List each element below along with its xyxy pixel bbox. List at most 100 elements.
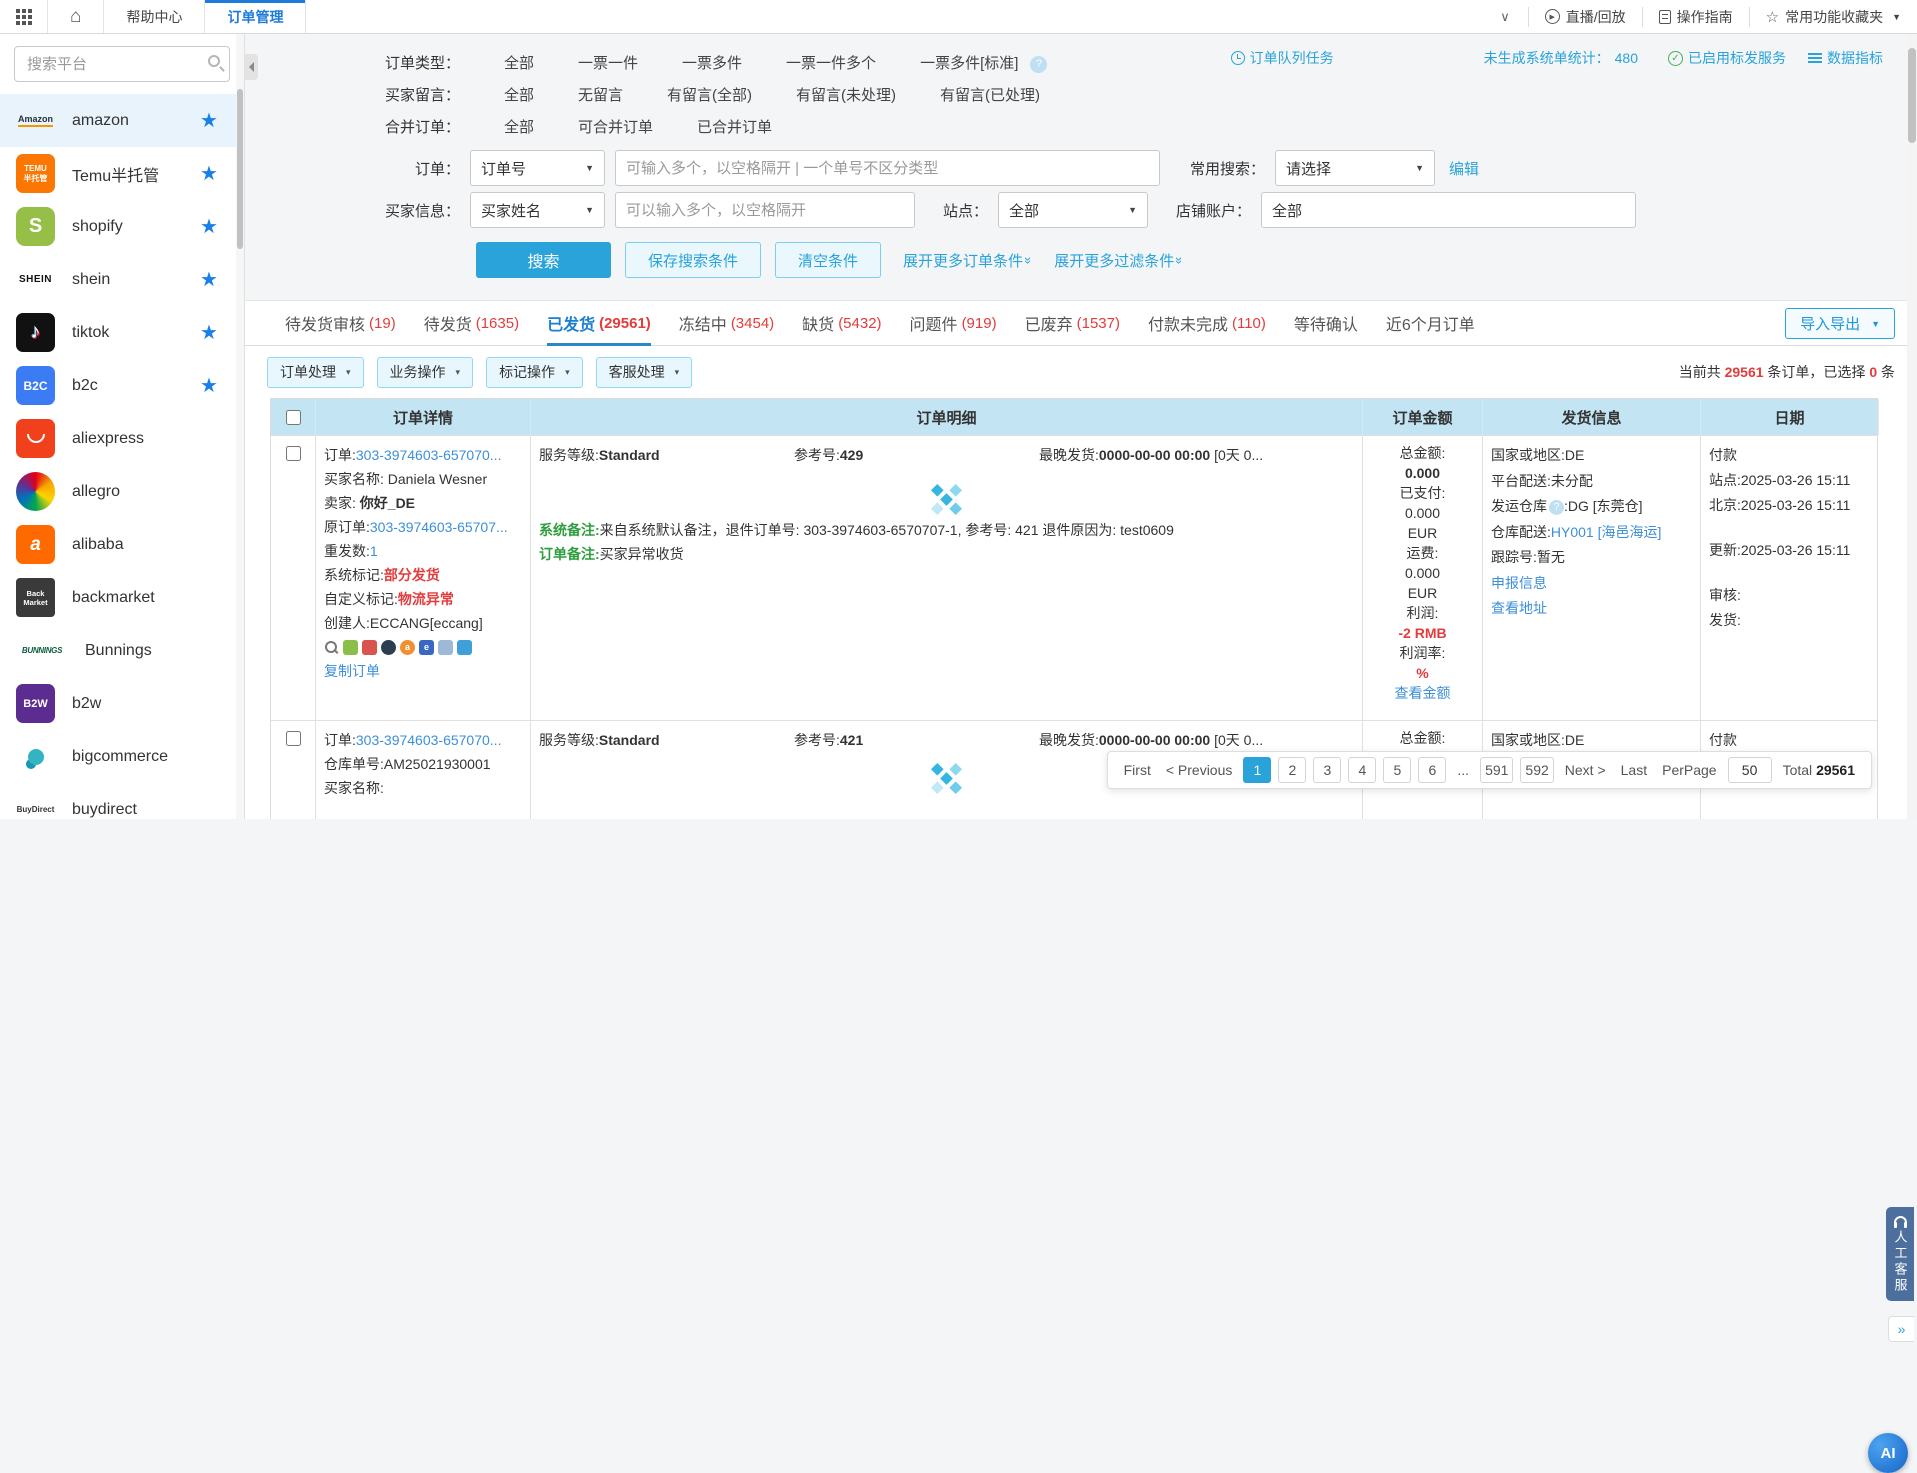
tab-frozen[interactable]: 冻结中 (3454) (679, 301, 774, 345)
first-page-button[interactable]: First (1120, 762, 1155, 778)
favorite-star-icon[interactable] (198, 373, 220, 398)
filter-option[interactable]: 有留言(未处理) (796, 80, 896, 112)
filter-option[interactable]: 无留言 (578, 80, 623, 112)
tab-order-management[interactable]: 订单管理 (205, 0, 306, 33)
shop-account-input[interactable] (1261, 192, 1636, 228)
alert-icon[interactable] (362, 640, 377, 655)
declaration-info-link[interactable]: 申报信息 (1491, 575, 1547, 591)
quick-search-select[interactable]: 请选择 ▼ (1275, 150, 1435, 186)
resend-count-link[interactable]: 1 (370, 543, 378, 559)
row-checkbox[interactable] (286, 731, 301, 746)
tab-discarded[interactable]: 已废弃 (1537) (1025, 301, 1120, 345)
sidebar-item-tiktok[interactable]: ♪ tiktok (0, 306, 236, 359)
chevron-down-icon[interactable]: ∨ (1482, 9, 1528, 25)
page-number-button[interactable]: 2 (1278, 757, 1306, 783)
favorite-star-icon[interactable] (198, 161, 220, 186)
filter-option[interactable]: 全部 (504, 112, 534, 144)
planet-icon[interactable] (381, 640, 396, 655)
order-queue-tasks-link[interactable]: 订单队列任务 (1231, 48, 1334, 68)
help-icon[interactable]: ? (1549, 500, 1564, 515)
sidebar-item-b2w[interactable]: B2W b2w (0, 677, 236, 730)
clear-filters-button[interactable]: 清空条件 (775, 242, 881, 278)
original-order-link[interactable]: 303-3974603-65707... (370, 519, 508, 535)
order-number-type-select[interactable]: 订单号 ▼ (470, 150, 605, 186)
edit-quick-search-link[interactable]: 编辑 (1449, 158, 1479, 179)
favorite-star-icon[interactable] (198, 108, 220, 133)
customer-service-menu-button[interactable]: 客服处理 ▾ (596, 357, 693, 388)
operation-guide-button[interactable]: 操作指南 (1643, 0, 1749, 33)
page-number-button[interactable]: 5 (1383, 757, 1411, 783)
filter-option[interactable]: 一票一件 (578, 48, 638, 80)
view-address-link[interactable]: 查看地址 (1491, 600, 1547, 616)
tab-help-center[interactable]: 帮助中心 (104, 0, 205, 33)
favorite-star-icon[interactable] (198, 267, 220, 292)
help-icon[interactable]: ? (1030, 56, 1047, 73)
page-number-button[interactable]: 591 (1480, 757, 1513, 783)
page-number-button[interactable]: 592 (1520, 757, 1553, 783)
tab-awaiting-confirm[interactable]: 等待确认 (1294, 301, 1358, 345)
live-playback-button[interactable]: ▶ 直播/回放 (1529, 0, 1642, 33)
favorite-star-icon[interactable] (198, 320, 220, 345)
filter-option[interactable]: 有留言(已处理) (940, 80, 1040, 112)
sidebar-item-allegro[interactable]: allegro (0, 465, 236, 518)
sidebar-item-bunnings[interactable]: BUNNINGS Bunnings (0, 624, 236, 677)
per-page-input[interactable] (1728, 757, 1772, 783)
tab-shipped[interactable]: 已发货 (29561) (547, 301, 651, 345)
mark-ops-menu-button[interactable]: 标记操作 ▾ (486, 357, 583, 388)
expand-panel-button[interactable]: » (1888, 1316, 1914, 1342)
last-page-button[interactable]: Last (1617, 762, 1651, 778)
order-id-link[interactable]: 303-3974603-657070... (356, 447, 502, 463)
page-number-button[interactable]: 3 (1313, 757, 1341, 783)
page-number-button[interactable]: 6 (1418, 757, 1446, 783)
apps-menu-button[interactable] (0, 0, 48, 33)
sidebar-item-amazon[interactable]: Amazon amazon (0, 94, 236, 147)
favorite-star-icon[interactable] (198, 214, 220, 239)
tab-recent-6-months[interactable]: 近6个月订单 (1386, 301, 1475, 345)
sidebar-item-aliexpress[interactable]: aliexpress (0, 412, 236, 465)
unsynced-orders-stat[interactable]: 未生成系统单统计： 480 (1484, 48, 1638, 68)
tab-problem[interactable]: 问题件 (919) (910, 301, 997, 345)
order-process-menu-button[interactable]: 订单处理 ▾ (267, 357, 364, 388)
filter-option[interactable]: 有留言(全部) (667, 80, 752, 112)
ai-assistant-button[interactable]: AI (1868, 1433, 1908, 1473)
business-ops-menu-button[interactable]: 业务操作 ▾ (377, 357, 474, 388)
sidebar-item-temu[interactable]: TEMU 半托管 Temu半托管 (0, 147, 236, 200)
select-all-checkbox[interactable] (286, 410, 301, 425)
filter-option[interactable]: 可合并订单 (578, 112, 653, 144)
sidebar-item-bigcommerce[interactable]: bigcommerce (0, 730, 236, 783)
previous-page-button[interactable]: < Previous (1162, 762, 1237, 778)
grid-mini-icon[interactable] (438, 640, 453, 655)
filter-option[interactable]: 已合并订单 (697, 112, 772, 144)
tag-icon[interactable] (457, 640, 472, 655)
filter-option[interactable]: 一票多件 (682, 48, 742, 80)
page-number-button[interactable]: 1 (1243, 757, 1271, 783)
ebay-mini-icon[interactable]: e (419, 640, 434, 655)
search-button[interactable]: 搜索 (476, 242, 611, 278)
filter-option[interactable]: 一票多件[标准] (920, 48, 1018, 80)
data-metrics-link[interactable]: 数据指标 (1808, 48, 1883, 68)
warehouse-delivery-link[interactable]: HY001 [海邑海运] (1551, 524, 1661, 540)
order-id-link[interactable]: 303-3974603-657070... (356, 732, 502, 748)
filter-option[interactable]: 一票一件多个 (786, 48, 876, 80)
filter-option[interactable]: 全部 (504, 80, 534, 112)
expand-more-filters-link[interactable]: 展开更多过滤条件 » (1054, 250, 1183, 271)
human-support-button[interactable]: 人工客服 (1886, 1207, 1914, 1301)
package-icon[interactable] (343, 640, 358, 655)
sidebar-item-backmarket[interactable]: Back Market backmarket (0, 571, 236, 624)
sidebar-item-shein[interactable]: SHEIN shein (0, 253, 236, 306)
tab-to-ship[interactable]: 待发货 (1635) (424, 301, 519, 345)
favorites-menu-button[interactable]: ☆ 常用功能收藏夹 ▼ (1750, 0, 1917, 33)
filter-option[interactable]: 全部 (504, 48, 534, 80)
sidebar-collapse-button[interactable] (245, 54, 258, 80)
order-number-input[interactable] (615, 150, 1160, 186)
page-number-button[interactable]: 4 (1348, 757, 1376, 783)
row-checkbox[interactable] (286, 446, 301, 461)
tab-pending-audit[interactable]: 待发货审核 (19) (285, 301, 396, 345)
save-search-button[interactable]: 保存搜索条件 (625, 242, 761, 278)
sidebar-item-b2c[interactable]: B2C b2c (0, 359, 236, 412)
next-page-button[interactable]: Next > (1561, 762, 1610, 778)
sidebar-item-shopify[interactable]: S shopify (0, 200, 236, 253)
import-export-button[interactable]: 导入导出 ▼ (1785, 308, 1895, 339)
amazon-mini-icon[interactable]: a (400, 640, 415, 655)
sidebar-item-buydirect[interactable]: BuyDirect buydirect (0, 783, 236, 819)
